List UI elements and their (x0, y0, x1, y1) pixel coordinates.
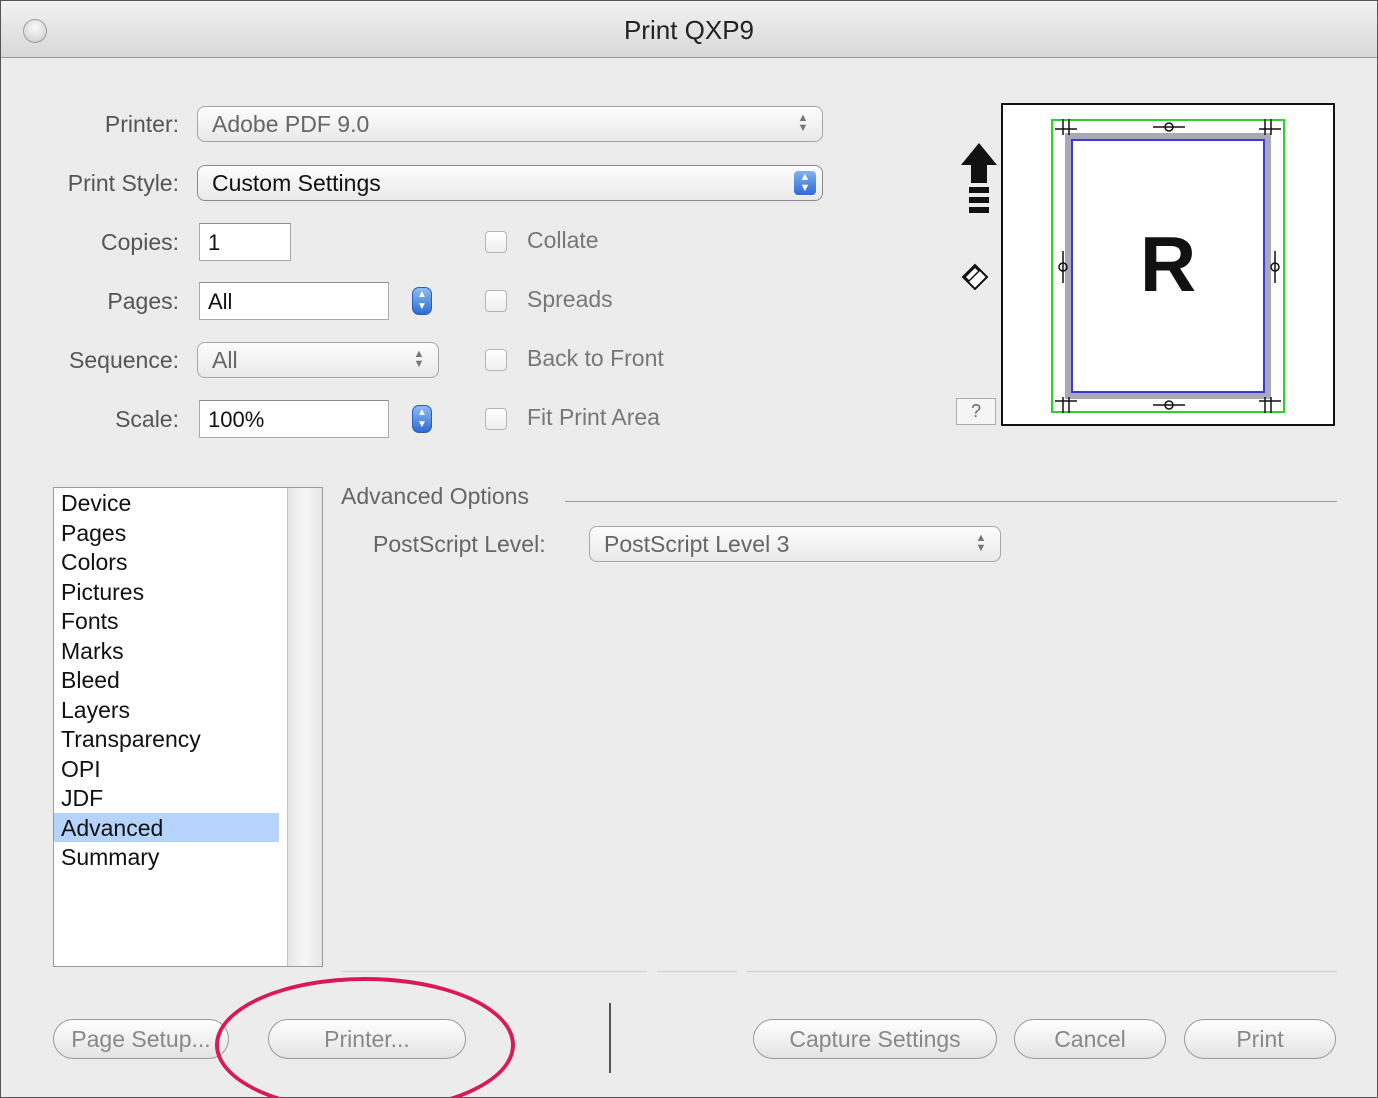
scale-label: Scale: (115, 406, 179, 432)
sequence-label: Sequence: (69, 347, 179, 373)
checkbox-icon[interactable] (485, 231, 507, 253)
print-style-label: Print Style: (67, 170, 179, 196)
popup-arrows-icon: ▲ ▼ (797, 112, 809, 134)
list-item[interactable]: Marks (54, 636, 279, 666)
bottom-divider (341, 971, 647, 972)
print-button[interactable]: Print (1184, 1019, 1336, 1059)
rotate-page-icon[interactable] (959, 261, 991, 293)
pages-field[interactable]: All (199, 282, 389, 320)
fit-print-area-label: Fit Print Area (527, 404, 660, 430)
list-item[interactable]: Summary (54, 842, 279, 872)
title-bar: Print QXP9 (1, 1, 1377, 58)
capture-settings-button[interactable]: Capture Settings (753, 1019, 997, 1059)
help-button[interactable]: ? (956, 398, 996, 425)
pages-stepper-icon[interactable]: ▲ ▼ (412, 287, 432, 315)
scale-stepper-icon[interactable]: ▲ ▼ (412, 405, 432, 433)
collate-label: Collate (527, 227, 599, 253)
postscript-level-popup[interactable]: PostScript Level 3 ▲ ▼ (589, 526, 1001, 562)
button-separator (609, 1003, 611, 1073)
checkbox-icon[interactable] (485, 349, 507, 371)
highlight-circle (215, 977, 515, 1097)
list-item[interactable]: Advanced (54, 812, 279, 842)
list-item[interactable]: Colors (54, 547, 279, 577)
list-item[interactable]: OPI (54, 754, 279, 784)
popup-arrows-icon: ▲ ▼ (413, 348, 425, 370)
spreads-label: Spreads (527, 286, 613, 312)
list-item[interactable]: Bleed (54, 665, 279, 695)
checkbox-icon[interactable] (485, 408, 507, 430)
list-item[interactable]: Fonts (54, 606, 279, 636)
copies-label: Copies: (101, 229, 179, 255)
popup-arrows-icon: ▲ ▼ (975, 532, 987, 554)
printer-popup-value: Adobe PDF 9.0 (212, 111, 370, 137)
page-preview: R (1001, 103, 1335, 426)
print-style-popup[interactable]: Custom Settings ▲ ▼ (197, 165, 823, 201)
checkbox-icon[interactable] (485, 290, 507, 312)
sequence-popup-value: All (212, 347, 238, 373)
list-item[interactable]: Device (54, 488, 279, 518)
pages-label: Pages: (107, 288, 179, 314)
print-panel-list[interactable]: Device Pages Colors Pictures Fonts Marks Bleed… (53, 487, 323, 967)
group-divider (565, 501, 1337, 502)
page-setup-button[interactable]: Page Setup... (53, 1019, 229, 1059)
sequence-popup[interactable]: All ▲ ▼ (197, 342, 439, 378)
advanced-options-title: Advanced Options (341, 483, 529, 509)
window-title: Print QXP9 (623, 15, 755, 45)
list-item[interactable]: Layers (54, 695, 279, 725)
list-item[interactable]: JDF (54, 783, 279, 813)
list-item[interactable]: Transparency (54, 724, 279, 754)
crop-marks-icon (1055, 119, 1281, 413)
orientation-arrow-icon[interactable] (961, 143, 997, 219)
bottom-divider (657, 971, 737, 972)
list-item[interactable]: Pictures (54, 577, 279, 607)
postscript-level-value: PostScript Level 3 (604, 531, 790, 557)
scale-field[interactable]: 100% (199, 400, 389, 438)
copies-field[interactable]: 1 (199, 223, 291, 261)
back-to-front-label: Back to Front (527, 345, 664, 371)
print-style-popup-value: Custom Settings (212, 170, 381, 196)
printer-popup[interactable]: Adobe PDF 9.0 ▲ ▼ (197, 106, 823, 142)
cancel-button[interactable]: Cancel (1014, 1019, 1166, 1059)
bottom-divider (747, 971, 1337, 972)
list-item[interactable]: Pages (54, 518, 279, 548)
postscript-level-label: PostScript Level: (373, 531, 546, 557)
printer-label: Printer: (104, 111, 179, 137)
print-dialog: Print QXP9 Printer: Print Style: Copies:… (0, 0, 1378, 1098)
popup-arrows-icon: ▲ ▼ (794, 171, 816, 195)
list-scrollbar[interactable] (287, 488, 322, 966)
